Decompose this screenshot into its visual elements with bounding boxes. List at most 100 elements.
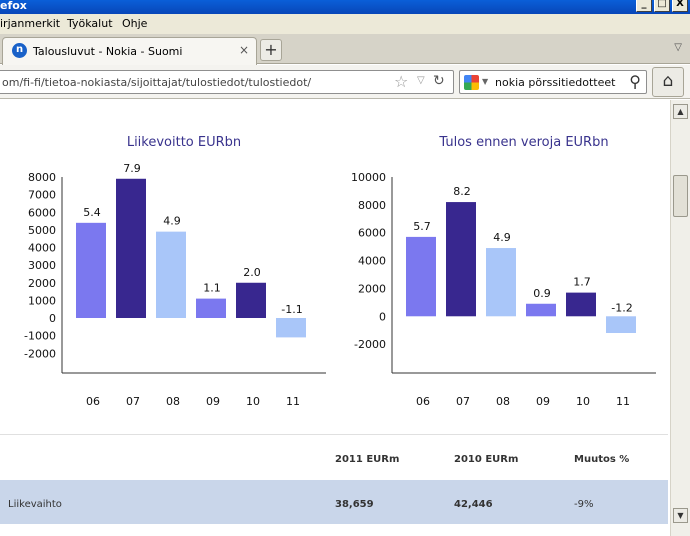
minimize-button[interactable]: _ (636, 0, 652, 12)
y-tick-label: 0 (49, 312, 56, 325)
row-value-2010: 42,446 (454, 499, 493, 510)
data-label: 4.9 (493, 231, 511, 244)
y-tick-label: 8000 (28, 171, 56, 184)
y-tick-label: 3000 (28, 259, 56, 272)
window-title: efox (0, 0, 27, 12)
search-engine-dropdown-icon[interactable]: ▼ (482, 77, 488, 86)
table-header-row: 2011 EURm 2010 EURm Muutos % (0, 434, 668, 480)
scroll-up-icon[interactable]: ▲ (673, 104, 688, 119)
bar-06 (406, 236, 436, 317)
nokia-favicon-icon: n (12, 43, 27, 58)
y-tick-label: 0 (379, 310, 386, 323)
tab-strip: n Talousluvut - Nokia - Suomi × + ▽ (0, 34, 690, 65)
row-value-change: -9% (574, 499, 594, 510)
reload-icon[interactable]: ↻ (433, 73, 445, 89)
data-label: 4.9 (163, 215, 181, 228)
x-tick-label: 08 (166, 395, 180, 408)
x-tick-label: 09 (536, 395, 550, 408)
y-tick-label: 8000 (358, 199, 386, 212)
page-content: Liikevoitto EURbn 8000 7000 6000 5000 4000 300… (0, 100, 670, 536)
y-tick-label: 7000 (28, 189, 56, 202)
scrollbar-thumb[interactable] (673, 175, 688, 217)
search-bar[interactable]: ▼ nokia pörssitiedotteet ⚲ (459, 70, 647, 94)
x-tick-label: 06 (86, 395, 100, 408)
bar-08 (486, 248, 516, 317)
x-tick-label: 06 (416, 395, 430, 408)
data-label: -1.2 (611, 301, 632, 314)
y-tick-label: -1000 (24, 330, 56, 343)
tab-list-chevron-icon[interactable]: ▽ (674, 42, 682, 53)
x-tick-label: 07 (456, 395, 470, 408)
url-text[interactable]: om/fi-fi/tietoa-nokiasta/sijoittajat/tul… (2, 76, 311, 89)
navigation-bar: om/fi-fi/tietoa-nokiasta/sijoittajat/tul… (0, 65, 690, 99)
y-tick-label: 1000 (28, 294, 56, 307)
table-row: Liikevaihto 38,659 42,446 -9% (0, 480, 668, 524)
column-header-change: Muutos % (574, 454, 630, 465)
y-tick-label: -2000 (354, 338, 386, 351)
menu-tools[interactable]: Työkalut (67, 17, 113, 30)
tab-title: Talousluvut - Nokia - Suomi (33, 45, 183, 58)
data-label: 7.9 (123, 162, 141, 175)
search-icon[interactable]: ⚲ (629, 72, 641, 91)
search-input[interactable]: nokia pörssitiedotteet (495, 76, 615, 89)
data-label: -1.1 (281, 303, 302, 316)
x-tick-label: 07 (126, 395, 140, 408)
x-tick-label: 08 (496, 395, 510, 408)
bar-09 (196, 298, 226, 318)
title-bar: efox _ □ X (0, 0, 690, 14)
x-tick-label: 10 (246, 395, 260, 408)
bar-07 (116, 178, 146, 318)
bar-11 (276, 318, 306, 338)
data-label: 5.4 (83, 206, 101, 219)
x-tick-label: 11 (286, 395, 300, 408)
charts-area: Liikevoitto EURbn 8000 7000 6000 5000 4000 300… (24, 135, 656, 408)
y-tick-label: 2000 (358, 282, 386, 295)
x-tick-label: 10 (576, 395, 590, 408)
data-label: 1.1 (203, 282, 221, 295)
y-tick-label: -2000 (24, 347, 56, 360)
y-tick-label: 5000 (28, 224, 56, 237)
bar-07 (446, 202, 476, 317)
data-label: 5.7 (413, 220, 431, 233)
bar-06 (76, 222, 106, 318)
row-label: Liikevaihto (8, 499, 62, 510)
chart-title-1: Tulos ennen veroja EURbn (438, 135, 608, 150)
window-controls: _ □ X (636, 0, 688, 12)
bar-09 (526, 303, 556, 317)
history-dropdown-icon[interactable]: ▽ (417, 75, 425, 86)
column-header-2010: 2010 EURm (454, 454, 519, 465)
row-value-2011: 38,659 (335, 499, 374, 510)
browser-window: efox _ □ X irjanmerkit Työkalut Ohje n T… (0, 0, 690, 536)
menu-bar: irjanmerkit Työkalut Ohje (0, 14, 690, 34)
data-label: 0.9 (533, 287, 551, 300)
close-button[interactable]: X (672, 0, 688, 12)
vertical-scrollbar[interactable]: ▲ ▼ (670, 100, 690, 536)
menu-help[interactable]: Ohje (122, 17, 147, 30)
new-tab-button[interactable]: + (260, 39, 282, 61)
home-button[interactable]: ⌂ (652, 67, 684, 97)
bar-11 (606, 316, 636, 334)
google-logo-icon[interactable] (464, 75, 479, 90)
url-bar[interactable]: om/fi-fi/tietoa-nokiasta/sijoittajat/tul… (0, 70, 454, 94)
y-tick-label: 4000 (28, 242, 56, 255)
bar-10 (566, 292, 596, 317)
scroll-down-icon[interactable]: ▼ (673, 508, 688, 523)
y-tick-label: 6000 (358, 227, 386, 240)
data-label: 1.7 (573, 276, 591, 289)
maximize-button[interactable]: □ (654, 0, 670, 12)
tab-nokia[interactable]: n Talousluvut - Nokia - Suomi × (2, 37, 257, 65)
y-tick-label: 4000 (358, 255, 386, 268)
y-tick-label: 10000 (351, 171, 386, 184)
y-tick-label: 6000 (28, 206, 56, 219)
menu-bookmarks[interactable]: irjanmerkit (0, 17, 60, 30)
bar-08 (156, 231, 186, 318)
data-label: 8.2 (453, 185, 471, 198)
column-header-2011: 2011 EURm (335, 454, 400, 465)
x-tick-label: 11 (616, 395, 630, 408)
x-tick-label: 09 (206, 395, 220, 408)
data-label: 2.0 (243, 266, 261, 279)
chart-title-0: Liikevoitto EURbn (127, 135, 241, 150)
tab-close-icon[interactable]: × (239, 43, 249, 57)
bar-10 (236, 282, 266, 318)
bookmark-star-icon[interactable]: ☆ (394, 72, 408, 91)
